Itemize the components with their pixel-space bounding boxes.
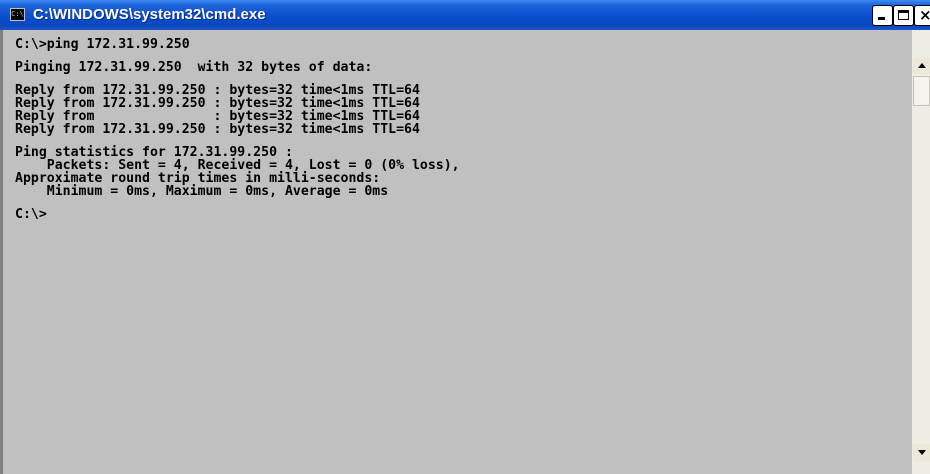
arrow-down-icon — [918, 450, 926, 455]
close-icon: × — [919, 6, 930, 24]
console-line: Reply from 172.31.99.250 : bytes=32 time… — [15, 122, 420, 137]
window-title: C:\WINDOWS\system32\cmd.exe — [33, 6, 266, 23]
console-line: C:\>ping 172.31.99.250 — [15, 37, 190, 52]
console-line: Pinging 172.31.99.250 with 32 bytes of d… — [15, 60, 373, 75]
console-line: Minimum = 0ms, Maximum = 0ms, Average = … — [15, 184, 389, 199]
scroll-up-button[interactable] — [913, 57, 930, 74]
scroll-down-button[interactable] — [913, 444, 930, 461]
vertical-scrollbar[interactable] — [912, 30, 930, 474]
minimize-button[interactable] — [872, 5, 893, 26]
maximize-icon — [898, 10, 909, 20]
cmd-window: C:\ C:\WINDOWS\system32\cmd.exe × C:\>pi… — [0, 0, 930, 474]
scroll-thumb[interactable] — [913, 76, 930, 106]
arrow-up-icon — [918, 63, 926, 68]
minimize-icon — [878, 17, 885, 20]
command-prompt[interactable]: C:\> — [15, 208, 912, 221]
title-bar[interactable]: C:\ C:\WINDOWS\system32\cmd.exe × — [0, 0, 930, 30]
maximize-button[interactable] — [893, 5, 914, 26]
close-button[interactable]: × — [914, 5, 930, 26]
console-icon[interactable]: C:\ — [10, 8, 25, 21]
console-output[interactable]: C:\>ping 172.31.99.250 Pinging 172.31.99… — [0, 30, 912, 474]
